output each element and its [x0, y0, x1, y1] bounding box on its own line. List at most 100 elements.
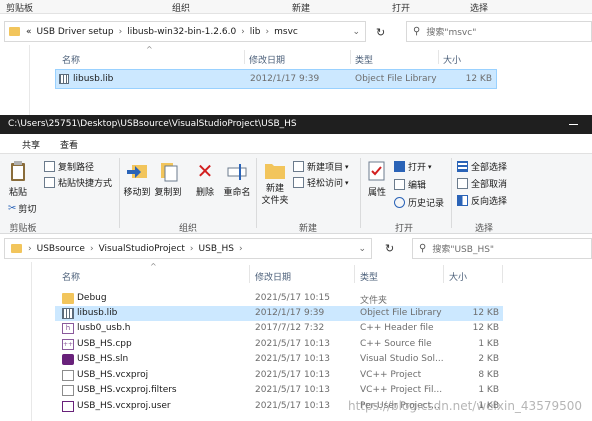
back-column-date[interactable]: 修改日期 — [249, 53, 285, 66]
file-date: 2021/5/17 10:13 — [255, 401, 330, 411]
file-size: 2 KB — [478, 354, 499, 364]
tab-view[interactable]: 查看 — [60, 138, 78, 151]
properties-button[interactable]: 属性 — [364, 160, 390, 198]
ribbon: 粘贴 复制路径 粘贴快捷方式 ✂ 剪切 剪贴板 移动到 复制到 ✕ 删除 重命名… — [0, 153, 592, 234]
file-type: C++ Header file — [360, 323, 434, 333]
column-divider[interactable] — [244, 50, 245, 64]
delete-button[interactable]: ✕ 删除 — [193, 160, 217, 198]
open-button[interactable]: 打开 ▾ — [394, 160, 432, 173]
tab-share[interactable]: 共享 — [22, 138, 40, 151]
file-date: 2021/5/17 10:13 — [255, 339, 330, 349]
history-button[interactable]: 历史记录 — [394, 196, 444, 209]
search-input[interactable]: ⚲ 搜索"USB_HS" — [412, 238, 592, 259]
file-row-usb-hs-vcxproj-filters[interactable]: USB_HS.vcxproj.filters 2021/5/17 10:13 V… — [55, 383, 503, 398]
window-titlebar[interactable]: C:\Users\25751\Desktop\USBsource\VisualS… — [0, 115, 592, 134]
back-column-size[interactable]: 大小 — [443, 53, 461, 66]
move-to-icon — [127, 165, 147, 178]
file-row-lusb0-header[interactable]: h lusb0_usb.h 2017/7/12 7:32 C++ Header … — [55, 321, 503, 336]
file-row-usb-hs-sln[interactable]: USB_HS.sln 2021/5/17 10:13 Visual Studio… — [55, 352, 503, 367]
file-name: Debug — [77, 293, 107, 303]
select-none-icon — [457, 178, 468, 189]
group-label-open: 打开 — [394, 224, 413, 234]
minimize-icon[interactable] — [569, 124, 578, 125]
file-date: 2021/5/17 10:13 — [255, 385, 330, 395]
back-breadcrumb-msvc[interactable]: msvc — [274, 27, 298, 37]
invert-selection-button[interactable]: 反向选择 — [457, 194, 507, 207]
file-row-debug[interactable]: Debug 2021/5/17 10:15 文件夹 — [55, 291, 503, 306]
paste-label: 粘贴 — [8, 188, 27, 198]
back-group-select: 选择 — [470, 4, 489, 14]
header-file-icon: h — [62, 323, 74, 334]
back-search-placeholder: 搜索"msvc" — [426, 28, 477, 38]
new-item-button[interactable]: 新建项目 ▾ — [293, 160, 349, 173]
back-navigation-pane[interactable] — [0, 45, 30, 117]
rename-icon — [227, 164, 247, 180]
back-breadcrumb-lib[interactable]: lib — [250, 27, 261, 37]
new-folder-button[interactable]: 新建 文件夹 — [260, 160, 290, 207]
chevron-right-icon: › — [118, 26, 123, 37]
copy-to-button[interactable]: 复制到 — [153, 160, 183, 198]
back-column-type[interactable]: 类型 — [355, 53, 373, 66]
file-name: USB_HS.vcxproj.user — [77, 401, 171, 411]
back-file-type: Object File Library — [355, 74, 437, 84]
back-column-name[interactable]: 名称 — [62, 53, 80, 66]
address-bar[interactable]: › USBsource › VisualStudioProject › USB_… — [4, 238, 372, 259]
scissors-icon: ✂ — [8, 203, 17, 214]
file-size: 8 KB — [478, 370, 499, 380]
file-date: 2021/5/17 10:13 — [255, 354, 330, 364]
chevron-down-icon[interactable]: ⌄ — [358, 244, 366, 254]
edit-icon — [394, 179, 405, 190]
file-date: 2021/5/17 10:13 — [255, 370, 330, 380]
delete-x-icon: ✕ — [196, 159, 214, 183]
easy-access-button[interactable]: 轻松访问 ▾ — [293, 176, 349, 189]
select-none-label: 全部取消 — [471, 180, 508, 190]
file-row-usb-hs-vcxproj[interactable]: USB_HS.vcxproj 2021/5/17 10:13 VC++ Proj… — [55, 368, 503, 383]
cut-button[interactable]: ✂ 剪切 — [8, 202, 36, 215]
navigation-pane[interactable] — [0, 262, 32, 421]
chevron-right-icon: › — [241, 26, 245, 37]
back-search-input[interactable]: ⚲ 搜索"msvc" — [406, 21, 592, 42]
paste-shortcut-icon — [44, 177, 55, 188]
column-divider[interactable] — [350, 50, 351, 64]
copy-path-label: 复制路径 — [58, 163, 95, 173]
back-breadcrumb-libusb[interactable]: libusb-win32-bin-1.2.6.0 — [127, 27, 236, 37]
file-date: 2021/5/17 10:15 — [255, 293, 330, 303]
file-type: 文件夹 — [360, 296, 388, 306]
breadcrumb-usbsource[interactable]: USBsource — [37, 244, 85, 254]
paste-shortcut-button[interactable]: 粘贴快捷方式 — [44, 176, 112, 189]
breadcrumb-visualstudioproject[interactable]: VisualStudioProject — [99, 244, 185, 254]
invert-selection-label: 反向选择 — [471, 197, 508, 207]
paste-shortcut-label: 粘贴快捷方式 — [58, 179, 113, 189]
breadcrumb-usb-hs[interactable]: USB_HS — [199, 244, 234, 254]
rename-label: 重命名 — [223, 188, 251, 198]
watermark: https://blog.csdn.net/weixin_43579500 — [347, 399, 582, 413]
edit-button[interactable]: 编辑 — [394, 178, 426, 191]
dropdown-arrow-icon: ▾ — [345, 178, 349, 187]
copy-path-button[interactable]: 复制路径 — [44, 160, 94, 173]
back-breadcrumb-overflow[interactable]: « — [26, 27, 32, 37]
refresh-icon[interactable]: ↻ — [376, 26, 385, 39]
column-divider[interactable] — [438, 50, 439, 64]
paste-button[interactable]: 粘贴 — [6, 160, 30, 198]
refresh-icon[interactable]: ↻ — [385, 242, 394, 255]
select-all-button[interactable]: 全部选择 — [457, 160, 507, 173]
clipboard-icon — [11, 161, 25, 181]
file-size: 1 KB — [478, 385, 499, 395]
ribbon-divider — [360, 158, 361, 228]
file-row-libusb[interactable]: libusb.lib 2012/1/17 9:39 Object File Li… — [55, 306, 503, 321]
back-breadcrumb-usb-driver-setup[interactable]: USB Driver setup — [37, 27, 114, 37]
rename-button[interactable]: 重命名 — [221, 160, 253, 198]
file-size: 12 KB — [472, 323, 499, 333]
back-file-row-libusb[interactable]: libusb.lib 2012/1/17 9:39 Object File Li… — [55, 69, 497, 89]
select-none-button[interactable]: 全部取消 — [457, 177, 507, 190]
move-to-button[interactable]: 移动到 — [122, 160, 152, 198]
sort-ascending-icon: ^ — [146, 45, 153, 54]
back-group-organize: 组织 — [172, 4, 191, 14]
folder-icon — [11, 244, 22, 253]
move-to-label: 移动到 — [123, 188, 151, 198]
chevron-down-icon[interactable]: ⌄ — [352, 27, 360, 37]
back-file-size: 12 KB — [465, 74, 492, 84]
file-row-usb-hs-cpp[interactable]: ++ USB_HS.cpp 2021/5/17 10:13 C++ Source… — [55, 337, 503, 352]
back-address-bar[interactable]: « USB Driver setup › libusb-win32-bin-1.… — [4, 21, 366, 42]
group-label-organize: 组织 — [178, 224, 197, 234]
